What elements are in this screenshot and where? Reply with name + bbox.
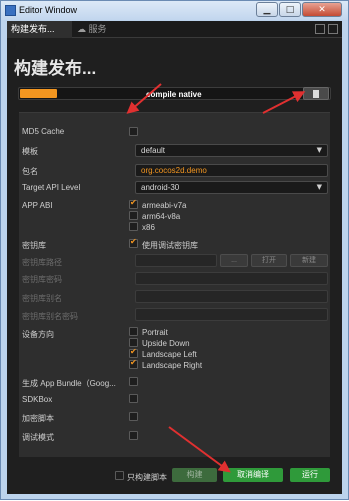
target-api-select[interactable]: android-30 ▼ [135, 181, 328, 194]
title-bar[interactable]: Editor Window ▁ □ ✕ [1, 1, 348, 20]
app-bundle-label: 生成 App Bundle（Goog... [22, 379, 116, 388]
cancel-compile-button[interactable]: 取消编译 [223, 468, 283, 482]
chevron-down-icon: ▼ [316, 183, 322, 191]
encrypt-js-checkbox[interactable] [129, 412, 138, 421]
cloud-icon: ☁ [77, 25, 86, 35]
tab-services[interactable]: ☁ 服务 [73, 21, 133, 38]
package-name-input[interactable]: org.cocos2d.demo [135, 164, 328, 177]
orientation-portrait-checkbox[interactable] [129, 327, 138, 336]
abi-arm64-v8a-label: arm64-v8a [142, 212, 181, 221]
keystore-alias-password-label: 密钥库别名密码 [22, 312, 78, 321]
keystore-new-button[interactable]: 新建 [290, 254, 328, 267]
template-value: default [141, 146, 166, 155]
tab-close-icon[interactable] [328, 24, 338, 34]
keystore-alias-input[interactable] [135, 290, 328, 303]
open-build-folder-button[interactable] [303, 87, 329, 100]
editor-frame: 构建发布... ☁ 服务 构建发布... compile native MD5 … [7, 21, 342, 494]
close-button[interactable]: ✕ [302, 2, 342, 17]
minimize-button[interactable]: ▁ [256, 2, 278, 17]
debug-mode-label: 调试模式 [22, 433, 54, 442]
abi-armeabi-v7a-checkbox[interactable] [129, 198, 138, 209]
app-abi-label: APP ABI [22, 201, 53, 210]
encrypt-js-label: 加密脚本 [22, 414, 54, 423]
abi-armeabi-v7a-label: armeabi-v7a [142, 201, 187, 210]
md5-cache-checkbox[interactable] [129, 127, 138, 136]
editor-window: Editor Window ▁ □ ✕ 构建发布... ☁ 服务 构建发布...… [0, 0, 349, 500]
orientation-landscape-right-label: Landscape Right [142, 361, 203, 370]
target-api-value: android-30 [141, 183, 180, 192]
app-bundle-checkbox[interactable] [129, 377, 138, 386]
keystore-password-input[interactable] [135, 272, 328, 285]
tab-menu-icon[interactable] [315, 24, 325, 34]
orientation-upside-down-label: Upside Down [142, 339, 190, 348]
keystore-browse-button[interactable]: ... [220, 254, 248, 267]
abi-x86-label: x86 [142, 223, 155, 232]
build-script-only-label: 只构建脚本 [127, 473, 167, 482]
build-script-only-checkbox[interactable] [115, 471, 124, 480]
sdkbox-checkbox[interactable] [129, 394, 138, 403]
tab-build[interactable]: 构建发布... [7, 21, 72, 38]
orientation-label: 设备方向 [22, 330, 54, 339]
orientation-upside-down-checkbox[interactable] [129, 338, 138, 347]
target-api-label: Target API Level [22, 183, 81, 192]
orientation-landscape-right-checkbox[interactable] [129, 358, 138, 369]
use-debug-keystore-checkbox[interactable] [129, 237, 138, 248]
abi-x86-checkbox[interactable] [129, 222, 138, 231]
window-title: Editor Window [19, 5, 78, 15]
app-icon [5, 5, 16, 16]
progress-text: compile native [146, 90, 202, 99]
build-button[interactable]: 构建 [172, 468, 217, 482]
keystore-alias-label: 密钥库别名 [22, 294, 62, 303]
progress-fill [20, 89, 57, 98]
run-button[interactable]: 运行 [290, 468, 330, 482]
package-name-label: 包名 [22, 167, 38, 176]
page-title: 构建发布... [14, 59, 97, 78]
sdkbox-label: SDKBox [22, 395, 53, 404]
keystore-path-label: 密钥库路径 [22, 258, 62, 267]
keystore-alias-password-input[interactable] [135, 308, 328, 321]
chevron-down-icon: ▼ [316, 146, 322, 154]
keystore-label: 密钥库 [22, 241, 46, 250]
keystore-open-button[interactable]: 打开 [251, 254, 287, 267]
document-icon [313, 89, 319, 98]
maximize-button[interactable]: □ [279, 2, 301, 17]
orientation-landscape-left-checkbox[interactable] [129, 347, 138, 358]
debug-mode-checkbox[interactable] [129, 431, 138, 440]
use-debug-keystore-label: 使用调试密钥库 [142, 241, 198, 250]
keystore-password-label: 密钥库密码 [22, 275, 62, 284]
md5-cache-label: MD5 Cache [22, 127, 65, 136]
template-select[interactable]: default ▼ [135, 144, 328, 157]
template-label: 模板 [22, 147, 38, 156]
orientation-landscape-left-label: Landscape Left [142, 350, 197, 359]
abi-arm64-v8a-checkbox[interactable] [129, 211, 138, 220]
tab-services-label: 服务 [88, 24, 107, 34]
build-progress-bar: compile native [18, 87, 331, 100]
tab-bar: 构建发布... ☁ 服务 [7, 21, 342, 38]
keystore-path-input[interactable] [135, 254, 217, 267]
orientation-portrait-label: Portrait [142, 328, 168, 337]
